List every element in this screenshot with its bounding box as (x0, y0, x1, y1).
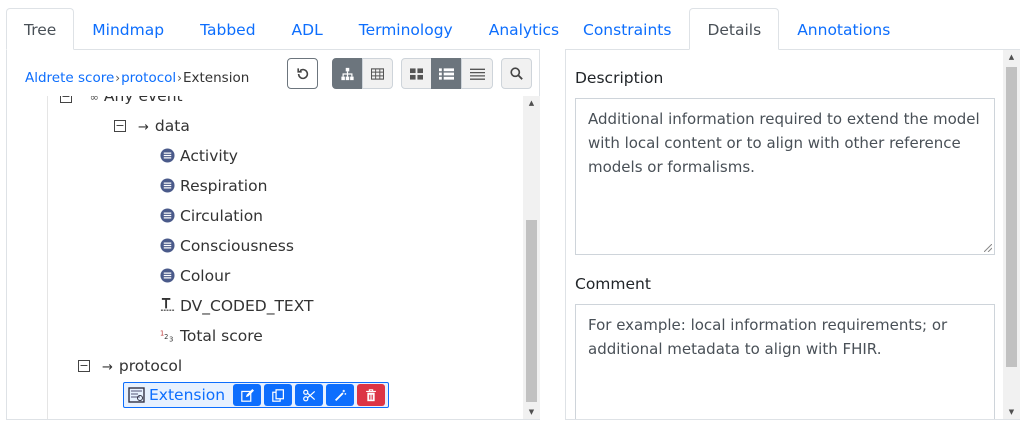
tab-terminology[interactable]: Terminology (341, 8, 471, 50)
refresh-icon (296, 67, 308, 79)
tab-adl[interactable]: ADL (274, 8, 341, 50)
count-icon: 123 (160, 330, 173, 344)
refresh-button[interactable] (287, 58, 318, 89)
tiles-icon (410, 67, 423, 80)
extension-icon (128, 387, 145, 403)
arrow-icon: → (138, 120, 149, 135)
right-tab-bar: Constraints Details Annotations (565, 8, 1020, 50)
svg-text:3: 3 (169, 335, 173, 343)
comment-textarea[interactable]: For example: local information requireme… (575, 304, 995, 419)
rows-view-button[interactable] (461, 58, 493, 89)
collapse-toggle[interactable]: − (114, 120, 126, 132)
breadcrumb: Aldrete score›protocol›Extension (25, 70, 249, 86)
element-icon (160, 238, 175, 253)
resize-handle-icon[interactable] (984, 244, 992, 252)
tree-node-label: Any event (103, 96, 183, 105)
scrollbar-thumb[interactable] (526, 220, 537, 402)
event-icon: ⁻∞ (84, 96, 99, 104)
left-tab-bar: Tree Mindmap Tabbed ADL Terminology Anal… (6, 8, 559, 50)
tab-tabbed[interactable]: Tabbed (182, 8, 273, 50)
details-scrollbar[interactable]: ▲ ▼ (1003, 50, 1020, 419)
tree-node-label: Activity (180, 147, 238, 165)
search-button[interactable] (501, 58, 532, 89)
svg-text:2: 2 (164, 333, 168, 341)
magic-wand-button[interactable] (326, 384, 355, 406)
scroll-up-arrow[interactable]: ▲ (1003, 53, 1020, 61)
tree-node-label: DV_CODED_TEXT (180, 297, 314, 315)
tree-node-coded-text[interactable]: DV_CODED_TEXT (160, 292, 314, 320)
scroll-down-arrow[interactable]: ▼ (1003, 408, 1020, 416)
comment-text: For example: local information requireme… (588, 316, 948, 358)
scroll-down-arrow[interactable]: ▼ (523, 408, 540, 416)
tab-constraints[interactable]: Constraints (565, 8, 689, 50)
breadcrumb-separator: › (115, 71, 121, 85)
scissors-icon (303, 389, 316, 401)
table-view-button[interactable] (362, 58, 393, 89)
comment-label: Comment (575, 275, 651, 293)
breadcrumb-separator: › (177, 71, 182, 85)
tab-analytics[interactable]: Analytics (471, 8, 577, 50)
tree-node-label: Respiration (180, 177, 268, 195)
trash-icon (366, 388, 376, 401)
tree-panel: Aldrete score›protocol›Extension − ⁻∞ An (6, 50, 540, 420)
tree-node-protocol[interactable]: − → protocol (78, 352, 182, 380)
scroll-up-arrow[interactable]: ▲ (523, 99, 540, 107)
element-icon (160, 148, 175, 163)
search-icon (510, 67, 523, 80)
tree-toolbar: Aldrete score›protocol›Extension (7, 50, 539, 96)
copy-icon (271, 388, 284, 402)
breadcrumb-protocol[interactable]: protocol (121, 70, 176, 86)
tree-node-any-event[interactable]: − ⁻∞ Any event (60, 96, 183, 110)
delete-button[interactable] (357, 384, 385, 406)
element-icon (160, 268, 175, 283)
archetype-tree: − ⁻∞ Any event − → data Activity Respirat… (47, 96, 522, 419)
tree-node-label: Total score (180, 327, 263, 345)
tree-node-label: data (154, 117, 190, 135)
scrollbar-thumb[interactable] (1006, 67, 1017, 367)
tree-node-label: Colour (180, 267, 231, 285)
tree-scrollbar[interactable]: ▲ ▼ (523, 96, 540, 419)
details-panel: Description Additional information requi… (565, 50, 1020, 420)
collapse-toggle[interactable]: − (60, 96, 72, 103)
tree-node-label: Consciousness (180, 237, 294, 255)
tree-node-label: Circulation (180, 207, 264, 225)
tree-node-circulation[interactable]: Circulation (160, 202, 263, 230)
copy-button[interactable] (264, 384, 293, 406)
hierarchy-icon (341, 67, 354, 80)
tree-node-total-score[interactable]: 1 2 3 Total score (160, 322, 263, 350)
tree-node-colour[interactable]: Colour (160, 262, 230, 290)
tree-node-extension-selected[interactable]: Extension (123, 382, 389, 408)
edit-button[interactable] (233, 384, 262, 406)
tree-node-label: protocol (118, 357, 183, 375)
tab-details[interactable]: Details (689, 8, 780, 50)
tiles-view-button[interactable] (401, 58, 432, 89)
tree-node-activity[interactable]: Activity (160, 142, 238, 170)
tree-node-label: Extension (148, 386, 226, 404)
tree-node-consciousness[interactable]: Consciousness (160, 232, 294, 260)
cut-button[interactable] (295, 384, 324, 406)
coded-text-icon (160, 298, 175, 311)
description-label: Description (575, 69, 664, 87)
table-icon (371, 67, 384, 80)
breadcrumb-aldrete-score[interactable]: Aldrete score (25, 70, 114, 86)
tree-node-respiration[interactable]: Respiration (160, 172, 267, 200)
collapse-toggle[interactable]: − (78, 360, 90, 372)
list-icon (439, 67, 454, 80)
breadcrumb-current: Extension (182, 70, 250, 86)
list-view-button[interactable] (431, 58, 462, 89)
hierarchy-view-button[interactable] (332, 58, 363, 89)
element-icon (160, 208, 175, 223)
rows-icon (469, 68, 485, 80)
tab-mindmap[interactable]: Mindmap (74, 8, 182, 50)
arrow-icon: → (102, 360, 113, 375)
description-text: Additional information required to exten… (588, 110, 980, 176)
element-icon (160, 178, 175, 193)
edit-icon (240, 388, 254, 402)
tab-annotations[interactable]: Annotations (779, 8, 908, 50)
magic-wand-icon (334, 389, 346, 401)
tab-tree[interactable]: Tree (6, 8, 75, 50)
description-textarea[interactable]: Additional information required to exten… (575, 98, 995, 255)
tree-node-data[interactable]: − → data (114, 112, 190, 140)
